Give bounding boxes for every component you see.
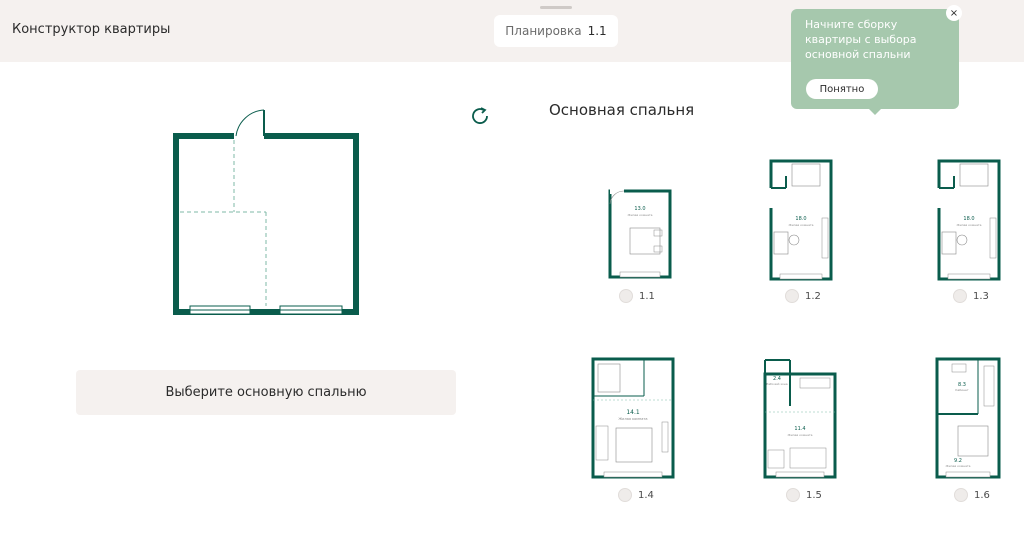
- layout-option-1-6[interactable]: 8.3 Кабинет 9.2 Жилая комната 1.6: [932, 356, 1004, 502]
- room-name: Жилая комната: [618, 417, 647, 421]
- layout-option-1-4[interactable]: 14.1 Жилая комната 1.4: [588, 356, 678, 502]
- layout-radio-row[interactable]: 1.6: [954, 488, 990, 502]
- layout-thumbnail: 14.1 Жилая комната: [591, 357, 675, 479]
- radio-button[interactable]: [954, 488, 968, 502]
- layout-label: 1.6: [974, 489, 990, 501]
- layout-radio-row[interactable]: 1.1: [619, 289, 655, 303]
- section-title: Основная спальня: [549, 101, 695, 119]
- layout-thumbnail: 13.0 Жилая комната: [608, 189, 672, 279]
- layout-label: 1.1: [639, 290, 655, 302]
- radio-button[interactable]: [786, 488, 800, 502]
- layout-thumbnail: 18.0 Жилая комната: [767, 159, 833, 281]
- select-bedroom-button[interactable]: Выберите основную спальню: [76, 370, 456, 415]
- room-name: Жилая комната: [946, 464, 971, 468]
- radio-button[interactable]: [785, 289, 799, 303]
- room-area: 13.0: [634, 206, 645, 212]
- layout-label: 1.3: [973, 290, 989, 302]
- layout-radio-row[interactable]: 1.2: [785, 289, 821, 303]
- layout-label: 1.5: [806, 489, 822, 501]
- drag-handle[interactable]: [540, 6, 572, 9]
- layout-radio-row[interactable]: 1.5: [786, 488, 822, 502]
- layout-chip-value: 1.1: [587, 24, 607, 38]
- layout-thumbnail: 8.3 Кабинет 9.2 Жилая комната: [935, 357, 1001, 479]
- app-title: Конструктор квартиры: [12, 22, 171, 37]
- room-area: 11.4: [794, 426, 805, 432]
- layout-chip-label: Планировка: [505, 24, 582, 38]
- room-name: Жилая комната: [628, 213, 653, 217]
- radio-button[interactable]: [953, 289, 967, 303]
- layout-option-1-1[interactable]: 13.0 Жилая комната 1.1: [606, 188, 674, 303]
- layout-label: 1.4: [638, 489, 654, 501]
- room-name: Кабинет: [955, 388, 969, 392]
- layout-option-1-5[interactable]: 2.4 Рабочий зона 11.4 Жилая комната 1.5: [760, 356, 840, 502]
- refresh-icon[interactable]: [468, 104, 492, 128]
- radio-button[interactable]: [619, 289, 633, 303]
- layout-thumbnail: 2.4 Рабочий зона 11.4 Жилая комната: [763, 359, 837, 479]
- layout-chip[interactable]: Планировка 1.1: [494, 15, 618, 47]
- room-area: 14.1: [626, 409, 640, 416]
- layout-option-1-2[interactable]: 18.0 Жилая комната 1.2: [766, 158, 836, 303]
- tooltip-text: Начните сборку квартиры с выбора основно…: [805, 18, 917, 61]
- layout-label: 1.2: [805, 290, 821, 302]
- room-area: 18.0: [795, 216, 806, 222]
- room-name: Жилая комната: [789, 223, 814, 227]
- main-floor-plan: [173, 109, 359, 315]
- tooltip-ok-button[interactable]: Понятно: [806, 79, 878, 99]
- layout-thumbnail: 18.0 Жилая комната: [935, 159, 1001, 281]
- layout-option-1-3[interactable]: 18.0 Жилая комната 1.3: [934, 158, 1004, 303]
- close-icon[interactable]: ×: [946, 5, 962, 21]
- radio-button[interactable]: [618, 488, 632, 502]
- room-area: 18.0: [963, 216, 974, 222]
- room-name: Жилая комната: [957, 223, 982, 227]
- room-name: Жилая комната: [788, 433, 813, 437]
- room-name: Рабочий зона: [766, 382, 787, 386]
- layout-radio-row[interactable]: 1.3: [953, 289, 989, 303]
- layout-radio-row[interactable]: 1.4: [618, 488, 654, 502]
